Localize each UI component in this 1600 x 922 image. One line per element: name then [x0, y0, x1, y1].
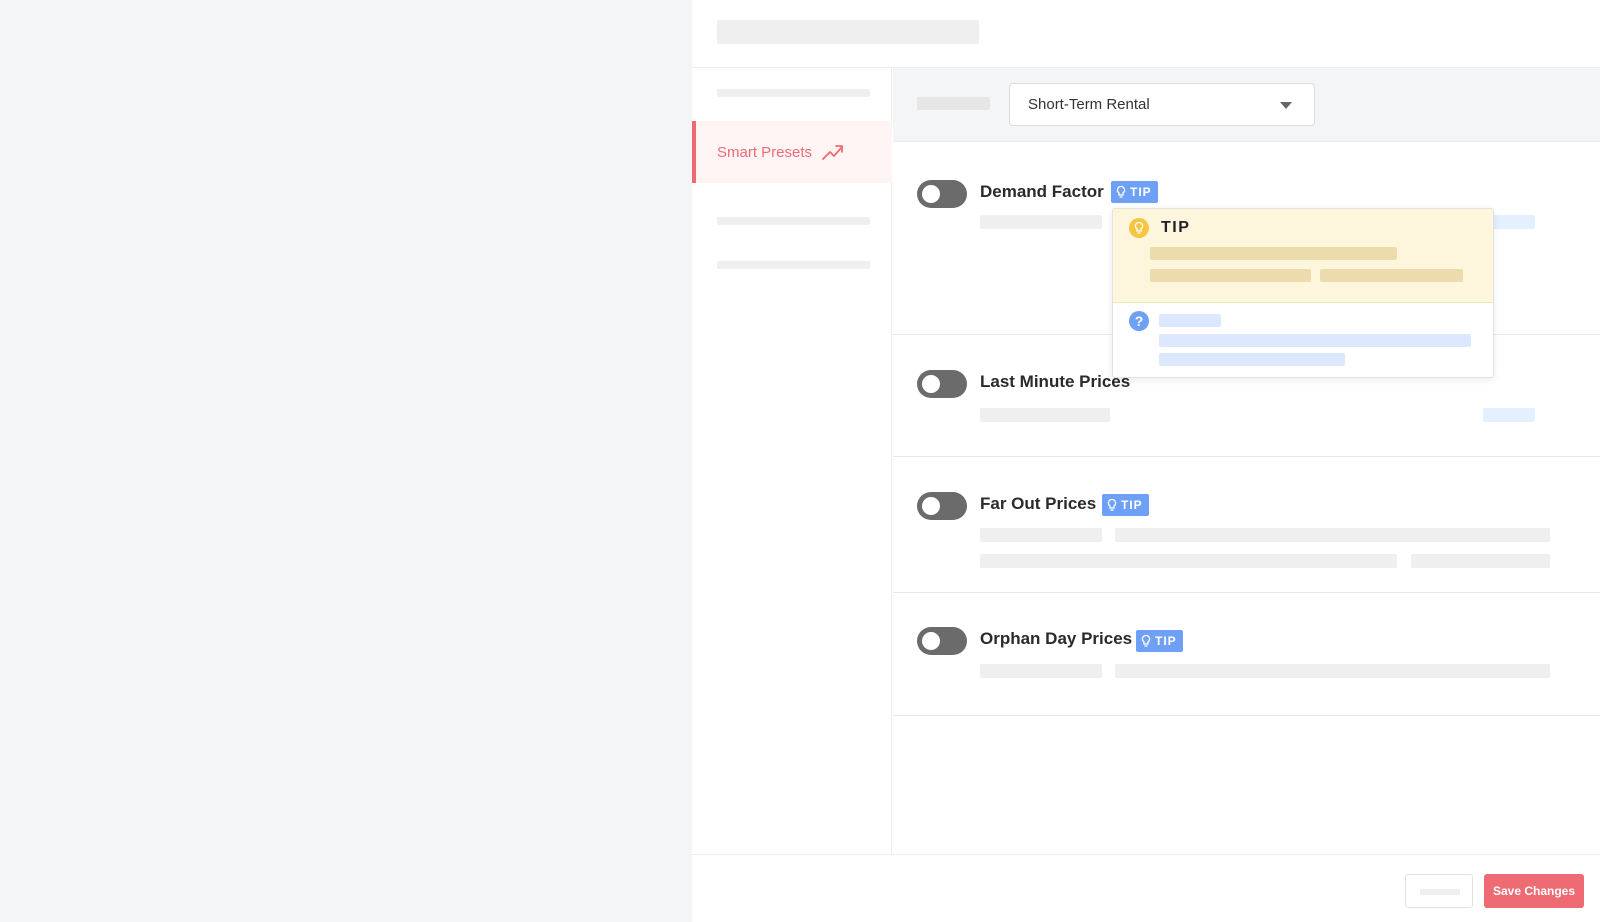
panel-header: [692, 0, 1600, 68]
tip-popover-header: TIP: [1113, 209, 1493, 303]
rule-row-far-out-prices: Far Out Prices TIP: [893, 457, 1600, 593]
far-out-prices-toggle[interactable]: [917, 492, 967, 520]
trending-up-icon: [822, 145, 843, 160]
lightbulb-icon: [1129, 218, 1149, 238]
sidebar-item-smart-presets[interactable]: Smart Presets: [692, 121, 892, 183]
rental-type-select[interactable]: Short-Term Rental: [1009, 83, 1315, 126]
last-minute-prices-toggle[interactable]: [917, 370, 967, 398]
select-value: Short-Term Rental: [1028, 96, 1150, 113]
rule-description-placeholder: [980, 554, 1397, 568]
help-text-placeholder: [1159, 353, 1345, 366]
demand-factor-toggle[interactable]: [917, 180, 967, 208]
orphan-day-prices-toggle[interactable]: [917, 627, 967, 655]
tip-label: TIP: [1155, 634, 1177, 648]
rule-title: Last Minute Prices: [980, 372, 1131, 391]
panel-footer: Save Changes: [692, 854, 1600, 922]
lightbulb-icon: [1107, 498, 1117, 511]
rule-description-placeholder: [1115, 664, 1550, 678]
tip-text-placeholder: [1150, 247, 1397, 260]
lightbulb-icon: [1116, 185, 1126, 198]
toggle-knob: [922, 185, 940, 203]
question-icon: ?: [1129, 311, 1149, 331]
sidebar-item-label: Smart Presets: [717, 143, 813, 161]
help-link-placeholder[interactable]: [1159, 314, 1221, 327]
save-button[interactable]: Save Changes: [1484, 874, 1584, 908]
rule-title: Far Out Prices: [980, 494, 1097, 513]
rule-description-placeholder: [980, 215, 1102, 229]
tip-text-placeholder: [1320, 269, 1463, 282]
backdrop-area: [0, 0, 692, 922]
sidebar-item-placeholder[interactable]: [717, 89, 870, 97]
toggle-knob: [922, 375, 940, 393]
toggle-knob: [922, 497, 940, 515]
toggle-knob: [922, 632, 940, 650]
sidebar-item-placeholder[interactable]: [717, 261, 870, 269]
rule-description-placeholder: [980, 528, 1102, 542]
rule-description-placeholder: [1411, 554, 1550, 568]
chevron-down-icon: [1280, 102, 1292, 109]
tip-badge[interactable]: TIP: [1102, 494, 1149, 516]
lightbulb-icon: [1141, 634, 1151, 647]
tip-badge[interactable]: TIP: [1111, 181, 1158, 203]
tip-label: TIP: [1130, 185, 1152, 199]
tip-popover: TIP ?: [1112, 208, 1494, 378]
tip-popover-title: TIP: [1161, 219, 1191, 236]
rule-link-placeholder[interactable]: [1483, 408, 1535, 422]
rule-description-placeholder: [1115, 528, 1550, 542]
cancel-label-placeholder: [1420, 889, 1460, 895]
presets-content: Short-Term Rental Demand Factor TIP Last…: [893, 68, 1600, 854]
tip-text-placeholder: [1150, 269, 1311, 282]
header-title-placeholder: [717, 20, 979, 44]
help-text-placeholder: [1159, 334, 1471, 347]
rule-title: Demand Factor: [980, 182, 1104, 201]
filter-bar: Short-Term Rental: [893, 68, 1600, 142]
tip-label: TIP: [1121, 498, 1143, 512]
rule-title: Orphan Day Prices: [980, 629, 1133, 648]
cancel-button[interactable]: [1405, 874, 1473, 908]
rule-description-placeholder: [980, 408, 1110, 422]
settings-panel: Smart Presets Short-Term Rental Demand F…: [692, 0, 1600, 922]
filter-label-placeholder: [917, 97, 990, 110]
tip-badge[interactable]: TIP: [1136, 630, 1183, 652]
rule-row-orphan-day-prices: Orphan Day Prices TIP: [893, 593, 1600, 716]
sidebar: Smart Presets: [692, 68, 892, 854]
rule-description-placeholder: [980, 664, 1102, 678]
sidebar-item-placeholder[interactable]: [717, 217, 870, 225]
